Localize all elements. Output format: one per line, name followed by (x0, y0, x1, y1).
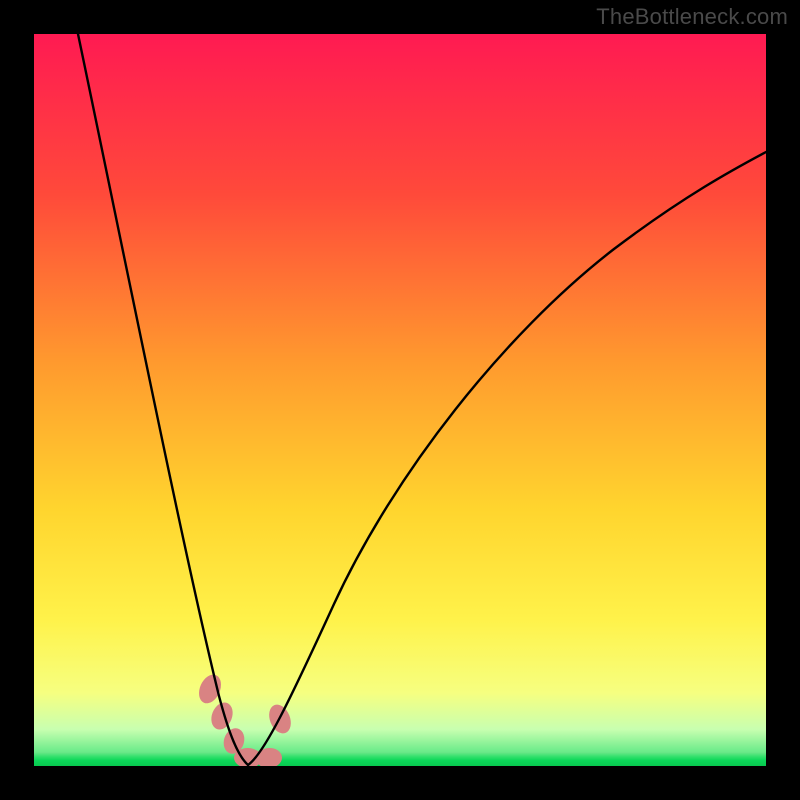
chart-frame: TheBottleneck.com (0, 0, 800, 800)
bottleneck-curve (34, 34, 766, 766)
watermark-text: TheBottleneck.com (596, 4, 788, 30)
plot-area (34, 34, 766, 766)
